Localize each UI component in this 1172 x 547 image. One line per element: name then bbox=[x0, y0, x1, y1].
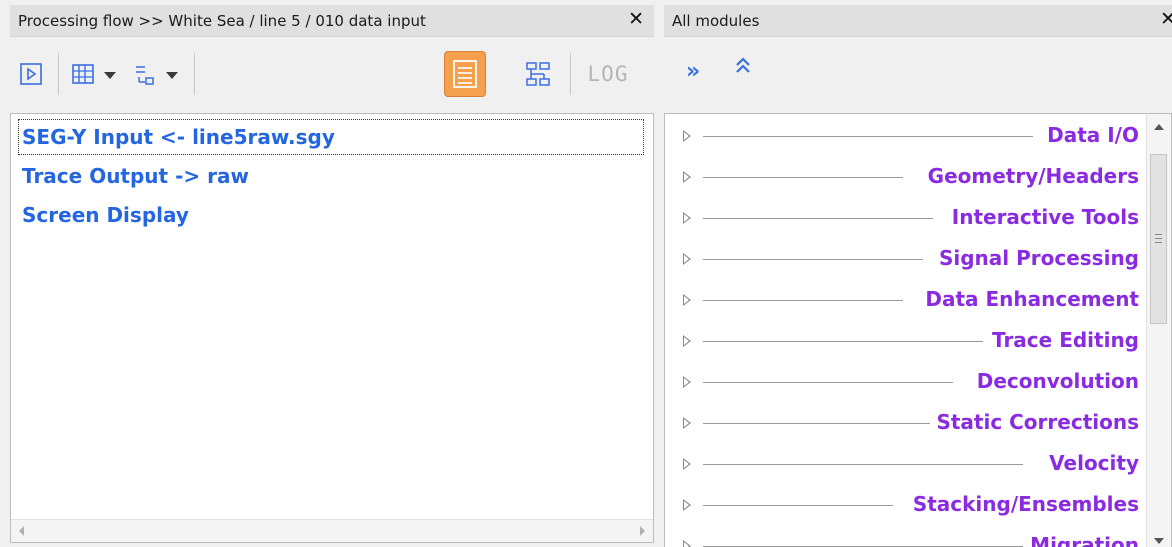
all-modules-toolbar: » bbox=[664, 45, 1172, 111]
tree-item-data-enhancement[interactable]: Data Enhancement bbox=[665, 281, 1145, 319]
grip-line bbox=[1155, 234, 1162, 235]
horizontal-scrollbar[interactable] bbox=[11, 519, 653, 542]
collapse-all-icon[interactable] bbox=[734, 55, 752, 83]
category-label: Interactive Tools bbox=[945, 205, 1139, 229]
all-modules-title-bar: All modules ✕ bbox=[664, 5, 1172, 37]
columns-button[interactable] bbox=[68, 55, 98, 93]
expand-arrow-icon[interactable] bbox=[683, 376, 691, 388]
processing-flow-title-bar: Processing flow >> White Sea / line 5 / … bbox=[10, 5, 654, 37]
expand-arrow-icon[interactable] bbox=[683, 130, 691, 142]
scroll-up-icon[interactable] bbox=[1154, 124, 1164, 130]
category-label: Stacking/Ensembles bbox=[906, 492, 1139, 516]
category-label: Static Corrections bbox=[930, 410, 1139, 434]
expand-arrow-icon[interactable] bbox=[683, 458, 691, 470]
expand-arrow-icon[interactable] bbox=[683, 171, 691, 183]
flow-item-trace-output[interactable]: Trace Output -> raw bbox=[19, 159, 249, 193]
scroll-down-icon[interactable] bbox=[1154, 538, 1164, 544]
category-label: Geometry/Headers bbox=[921, 164, 1139, 188]
expand-arrow-icon[interactable] bbox=[683, 417, 691, 429]
flow-item-screen-display[interactable]: Screen Display bbox=[19, 198, 189, 232]
tree-divider bbox=[703, 136, 1033, 137]
tree-item-geometry-headers[interactable]: Geometry/Headers bbox=[665, 158, 1145, 196]
category-label: Velocity bbox=[1043, 451, 1139, 475]
run-flow-button[interactable] bbox=[16, 55, 46, 93]
category-label: Data I/O bbox=[1041, 123, 1139, 147]
toolbar-separator bbox=[194, 53, 195, 95]
flow-item-segy-input[interactable]: SEG-Y Input <- line5raw.sgy bbox=[18, 119, 644, 155]
tree-dropdown-arrow[interactable] bbox=[166, 72, 178, 79]
processing-flow-panel: Processing flow >> White Sea / line 5 / … bbox=[0, 0, 656, 547]
tree-divider bbox=[703, 423, 933, 424]
flow-list[interactable]: SEG-Y Input <- line5raw.sgy Trace Output… bbox=[10, 113, 654, 543]
expand-arrow-icon[interactable] bbox=[683, 499, 691, 511]
scrollbar-thumb[interactable] bbox=[1150, 154, 1167, 324]
vertical-scrollbar[interactable] bbox=[1146, 114, 1171, 547]
list-view-icon bbox=[453, 60, 477, 88]
category-label: Data Enhancement bbox=[919, 287, 1139, 311]
all-modules-panel: All modules ✕ » Data I/O Geometry/Header… bbox=[664, 0, 1172, 547]
double-chevron-up-icon bbox=[736, 57, 750, 73]
modules-tree[interactable]: Data I/O Geometry/Headers Interactive To… bbox=[664, 113, 1172, 547]
tree-divider bbox=[703, 341, 983, 342]
expand-arrow-icon[interactable] bbox=[683, 294, 691, 306]
close-icon[interactable]: ✕ bbox=[628, 8, 644, 30]
app-window: Processing flow >> White Sea / line 5 / … bbox=[0, 0, 1172, 547]
category-label: Trace Editing bbox=[986, 328, 1139, 352]
tree-item-data-io[interactable]: Data I/O bbox=[665, 117, 1145, 155]
tree-item-migration[interactable]: Migration bbox=[665, 527, 1145, 547]
tree-item-stacking-ensembles[interactable]: Stacking/Ensembles bbox=[665, 486, 1145, 524]
tree-divider bbox=[703, 259, 923, 260]
tree-indent-button[interactable] bbox=[130, 55, 160, 93]
tree-item-signal-processing[interactable]: Signal Processing bbox=[665, 240, 1145, 278]
processing-flow-toolbar: LOG bbox=[10, 45, 654, 111]
tree-item-deconvolution[interactable]: Deconvolution bbox=[665, 363, 1145, 401]
expand-all-icon[interactable]: » bbox=[686, 59, 700, 84]
expand-arrow-icon[interactable] bbox=[683, 212, 691, 224]
tree-divider bbox=[703, 300, 903, 301]
category-label: Signal Processing bbox=[932, 246, 1139, 270]
toolbar-separator bbox=[570, 53, 571, 95]
expand-arrow-icon[interactable] bbox=[683, 540, 691, 547]
category-label: Deconvolution bbox=[970, 369, 1139, 393]
scroll-right-icon[interactable] bbox=[640, 526, 645, 536]
tree-item-static-corrections[interactable]: Static Corrections bbox=[665, 404, 1145, 442]
tree-divider bbox=[703, 505, 893, 506]
tree-divider bbox=[703, 464, 1023, 465]
close-icon[interactable]: ✕ bbox=[1160, 8, 1172, 30]
expand-arrow-icon[interactable] bbox=[683, 253, 691, 265]
processing-flow-title: Processing flow >> White Sea / line 5 / … bbox=[18, 12, 426, 30]
log-button[interactable]: LOG bbox=[582, 55, 634, 93]
columns-dropdown-arrow[interactable] bbox=[104, 72, 116, 79]
all-modules-title: All modules bbox=[672, 12, 760, 30]
scroll-left-icon[interactable] bbox=[19, 526, 24, 536]
play-icon bbox=[20, 63, 42, 85]
tree-item-velocity[interactable]: Velocity bbox=[665, 445, 1145, 483]
tree-divider bbox=[703, 218, 933, 219]
toolbar-separator bbox=[58, 53, 59, 95]
grip-line bbox=[1155, 238, 1162, 239]
expand-arrow-icon[interactable] bbox=[683, 335, 691, 347]
graph-view-button[interactable] bbox=[522, 55, 554, 93]
tree-item-trace-editing[interactable]: Trace Editing bbox=[665, 322, 1145, 360]
list-view-button[interactable] bbox=[444, 51, 486, 97]
tree-indent-icon bbox=[136, 66, 154, 85]
columns-icon bbox=[72, 64, 94, 84]
log-label: LOG bbox=[587, 62, 629, 86]
graph-view-icon bbox=[526, 62, 550, 86]
grip-line bbox=[1155, 242, 1162, 243]
category-label: Migration bbox=[1024, 533, 1139, 547]
tree-divider bbox=[703, 382, 953, 383]
tree-divider bbox=[703, 177, 903, 178]
tree-item-interactive-tools[interactable]: Interactive Tools bbox=[665, 199, 1145, 237]
